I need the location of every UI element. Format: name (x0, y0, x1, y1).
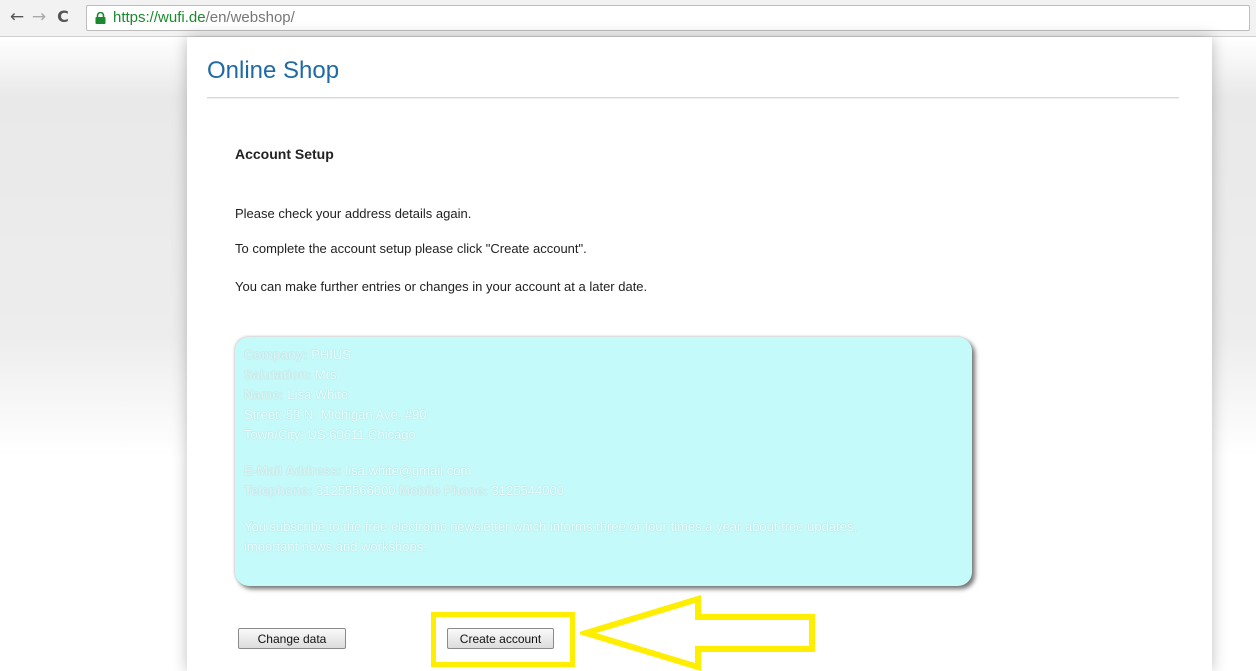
newsletter-line: important news and workshops. (244, 539, 427, 554)
street-line: Street: 53 N. Michigan Ave. #90 (244, 407, 427, 422)
pointer-arrow-icon (580, 595, 815, 671)
forward-arrow-icon[interactable]: → (28, 6, 50, 28)
salutation-line: Salutation: Mrs. (244, 367, 340, 382)
name-label: Name: (244, 387, 284, 402)
email-label: E-Mail Address: (244, 463, 342, 478)
city-line: Town/City: US 60611 Chicago (244, 427, 416, 442)
browser-toolbar: ← → C https://wufi.de/en/webshop/ (0, 0, 1256, 37)
highlight-box (431, 612, 575, 667)
name-value: Lisa White (287, 387, 349, 402)
mobile-label: Mobile Phone: (399, 483, 488, 498)
back-arrow-icon[interactable]: ← (6, 6, 28, 28)
mobile-value: 3125544000 (491, 483, 564, 498)
company-line: Company: PHIUS (244, 347, 351, 362)
address-bar[interactable]: https://wufi.de/en/webshop/ (86, 5, 1250, 31)
section-heading: Account Setup (235, 146, 334, 162)
reload-icon[interactable]: C (52, 6, 74, 28)
url-path: /en/webshop/ (205, 9, 295, 26)
newsletter-line: You subscribe to the free electronic new… (244, 519, 858, 534)
lock-icon (95, 12, 106, 24)
title-divider (207, 97, 1179, 99)
url-host: wufi.de (158, 9, 206, 26)
instruction-text: Please check your address details again. (235, 206, 472, 221)
phone-line: Telephone: 31255566000 Mobile Phone: 312… (244, 483, 564, 498)
street-label: Street: (244, 407, 283, 422)
email-line: E-Mail Address: lisa.white@gmail.com (244, 463, 471, 478)
instruction-text: To complete the account setup please cli… (235, 241, 587, 256)
city-value: US 60611 Chicago (307, 427, 416, 442)
name-line: Name: Lisa White (244, 387, 348, 402)
instruction-text: You can make further entries or changes … (235, 279, 648, 294)
salutation-value: Mrs. (314, 367, 341, 382)
phone-value: 31255566000 (316, 483, 396, 498)
page-title: Online Shop (207, 57, 340, 84)
salutation-label: Salutation: (244, 367, 312, 382)
url-scheme: https:// (113, 9, 159, 26)
address-details-box: Company: PHIUS Salutation: Mrs. Name: Li… (235, 337, 972, 586)
street-value: 53 N. Michigan Ave. #90 (285, 407, 427, 422)
company-label: Company: (244, 347, 308, 362)
email-value: lisa.white@gmail.com (345, 463, 472, 478)
company-value: PHIUS (311, 347, 351, 362)
city-label: Town/City: (244, 427, 304, 442)
phone-label: Telephone: (244, 483, 313, 498)
change-data-button[interactable]: Change data (238, 628, 346, 649)
url-text: https://wufi.de/en/webshop/ (113, 9, 295, 26)
